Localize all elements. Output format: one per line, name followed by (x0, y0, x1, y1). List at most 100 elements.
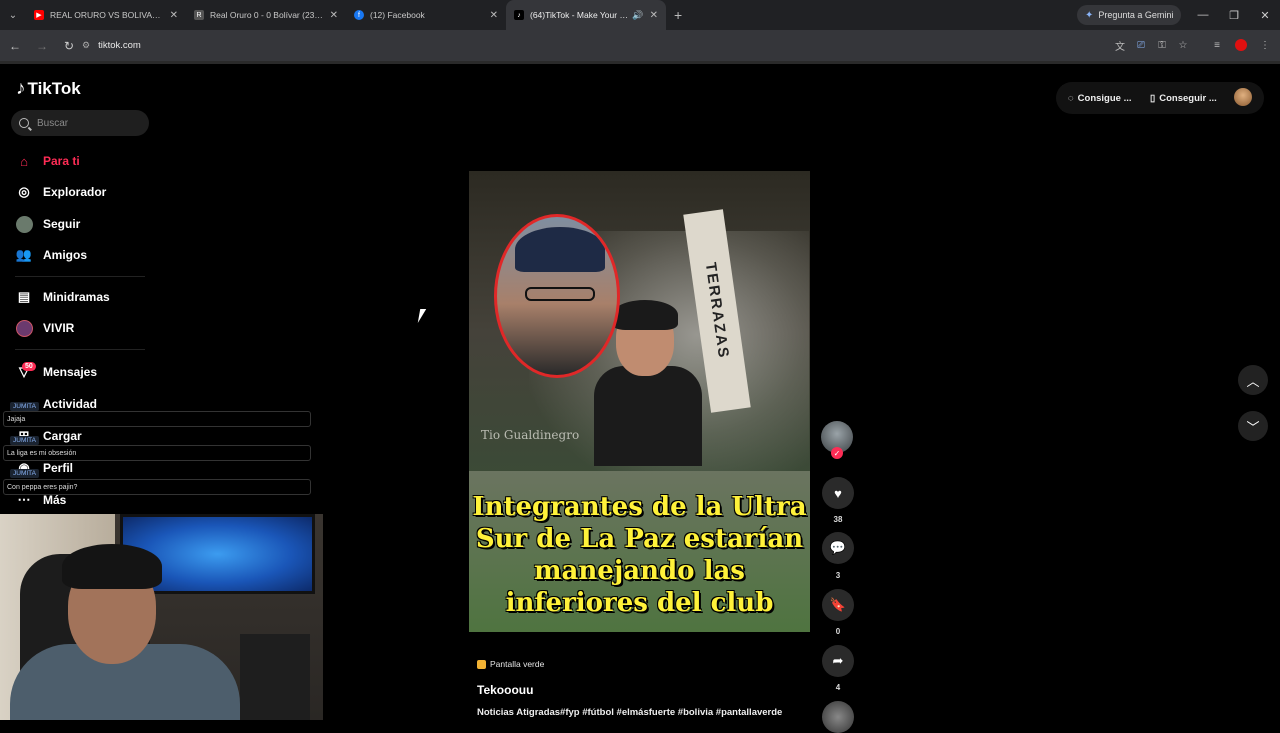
sidebar-item-label: VIVIR (43, 321, 75, 335)
messages-badge: 50 (22, 362, 36, 371)
chat-username: JUMITA (10, 436, 39, 445)
sidebar-item-label: Cargar (43, 429, 82, 443)
get-app-label: Consigue ... (1077, 92, 1132, 104)
browser-menu-icon[interactable]: ⋮ (1257, 37, 1273, 53)
effect-label: Pantalla verde (490, 659, 545, 669)
close-window-icon[interactable]: ✕ (1250, 0, 1280, 30)
creator-avatar[interactable]: ✓ (821, 421, 853, 459)
chat-text: La liga es mi obsesión (7, 449, 77, 457)
new-tab-icon[interactable]: + (674, 7, 682, 23)
ask-gemini-button[interactable]: ✦ Pregunta a Gemini (1077, 5, 1182, 25)
browser-tab-facebook[interactable]: f (12) Facebook ✕ (346, 0, 506, 30)
video-watermark: Tio Gualdinegro (481, 428, 580, 442)
reload-icon[interactable]: ↻ (57, 34, 81, 58)
audio-playing-icon[interactable]: 🔊 (632, 10, 643, 21)
sidebar-item-seguir[interactable]: Seguir (15, 213, 80, 235)
tab-search-chevron-icon[interactable]: ⌄ (0, 0, 26, 30)
share-button[interactable]: ➦ (822, 645, 854, 677)
tab-title: REAL ORURO VS BOLIVAR RESU (50, 10, 164, 20)
live-icon (15, 319, 33, 337)
chat-text: Jajaja (7, 415, 26, 423)
chat-message: La liga es mi obsesión (3, 445, 311, 461)
cast-icon[interactable]: ⎚ (1133, 37, 1149, 53)
tiktok-note-icon: ♪ (16, 78, 26, 99)
sidebar-item-label: Minidramas (43, 290, 110, 304)
profile-dot[interactable] (1235, 39, 1247, 51)
chat-message: Jajaja (3, 411, 311, 427)
sidebar-item-explorador[interactable]: ◎ Explorador (15, 181, 106, 203)
effect-tag[interactable]: Pantalla verde (477, 656, 544, 672)
film-icon: ▤ (17, 289, 31, 304)
get-coins-label: Conseguir ... (1159, 92, 1217, 104)
sidebar-item-label: Perfil (43, 461, 74, 475)
friends-icon: 👥 (15, 247, 33, 262)
sidebar-item-amigos[interactable]: 👥 Amigos (15, 244, 87, 266)
search-placeholder: Buscar (37, 117, 69, 129)
save-count: 0 (835, 627, 841, 636)
follow-plus-icon[interactable]: ✓ (831, 447, 843, 459)
sidebar-divider (15, 276, 145, 277)
effect-icon (477, 659, 486, 669)
sidebar-divider (15, 349, 145, 350)
coin-icon: ◌ (1068, 92, 1074, 104)
profile-icon (1233, 37, 1249, 53)
reading-list-icon[interactable]: ≡ (1209, 37, 1225, 53)
chat-username: JUMITA (10, 469, 39, 478)
sidebar-item-label: Seguir (43, 217, 81, 231)
next-video-button[interactable]: ﹀ (1238, 411, 1268, 441)
chat-username: JUMITA (10, 402, 39, 411)
browser-tab-bar: ⌄ ▶ REAL ORURO VS BOLIVAR RESU ✕ R Real … (0, 0, 1280, 30)
sidebar-item-label: Explorador (43, 185, 107, 199)
video-player[interactable]: TERRAZAS Tio Gualdinegro Integrantes de … (469, 171, 810, 632)
share-count: 4 (835, 683, 841, 692)
minimize-icon[interactable]: — (1188, 0, 1218, 30)
translate-icon[interactable]: 文 (1112, 37, 1128, 53)
close-tab-icon[interactable]: ✕ (170, 10, 178, 21)
logo-text: TikTok (27, 79, 81, 98)
share-icon: ➦ (832, 653, 844, 668)
next-creator-avatar[interactable] (822, 701, 854, 733)
sidebar-item-vivir[interactable]: VIVIR (15, 317, 74, 339)
site-info-icon[interactable]: ⚙ (82, 40, 90, 51)
tiktok-icon: ♪ (514, 10, 524, 20)
sidebar-item-para-ti[interactable]: ⌂ Para ti (15, 150, 80, 172)
sidebar-item-label: Mensajes (43, 365, 98, 379)
restore-icon[interactable]: ❐ (1219, 0, 1249, 30)
comment-icon: 💬 (829, 540, 847, 555)
comment-button[interactable]: 💬 (822, 532, 854, 564)
facebook-icon: f (354, 10, 364, 20)
gemini-label: Pregunta a Gemini (1098, 10, 1174, 20)
webcam-person-hair (62, 544, 162, 589)
chat-text: Con peppa eres pajin? (7, 483, 78, 491)
close-tab-icon[interactable]: ✕ (490, 10, 498, 21)
bookmark-star-icon[interactable]: ☆ (1175, 37, 1191, 53)
browser-tab-youtube[interactable]: ▶ REAL ORURO VS BOLIVAR RESU ✕ (26, 0, 186, 30)
password-key-icon[interactable]: ⚿ (1154, 37, 1170, 53)
forward-icon[interactable]: → (30, 34, 54, 58)
tiktok-logo[interactable]: ♪ TikTok (16, 78, 81, 100)
save-button[interactable]: 🔖 (822, 589, 854, 621)
previous-video-button[interactable]: ︿ (1238, 365, 1268, 395)
back-icon[interactable]: ← (3, 34, 27, 58)
user-avatar[interactable] (1234, 88, 1252, 106)
address-bar-row: ← → ↻ ⚙ tiktok.com (0, 30, 1280, 61)
chevron-down-icon: ﹀ (1246, 419, 1260, 435)
get-app-button[interactable]: ◌ Consigue ... (1062, 85, 1138, 111)
following-avatar-icon (15, 215, 33, 233)
compass-icon: ◎ (18, 184, 30, 199)
url-field[interactable]: ⚙ tiktok.com (82, 34, 1102, 57)
like-count: 38 (833, 515, 843, 524)
close-tab-icon[interactable]: ✕ (330, 10, 338, 21)
bookmark-icon: 🔖 (829, 597, 847, 612)
sidebar-item-minidramas[interactable]: ▤ Minidramas (15, 286, 110, 308)
search-input[interactable]: Buscar (11, 110, 149, 136)
search-icon (19, 118, 29, 128)
like-button[interactable]: ♥ (822, 477, 854, 509)
sidebar-item-label: Actividad (43, 397, 98, 411)
video-author[interactable]: Tekooouu (477, 683, 533, 697)
browser-tab-match[interactable]: R Real Oruro 0 - 0 Bolívar (23/8) ✕ (186, 0, 346, 30)
close-tab-icon[interactable]: ✕ (650, 10, 658, 21)
browser-tab-tiktok[interactable]: ♪ (64)TikTok - Make Your Day 🔊 ✕ (506, 0, 666, 30)
video-inset-circle (494, 214, 620, 378)
get-coins-button[interactable]: ▯ Conseguir ... (1144, 85, 1223, 111)
